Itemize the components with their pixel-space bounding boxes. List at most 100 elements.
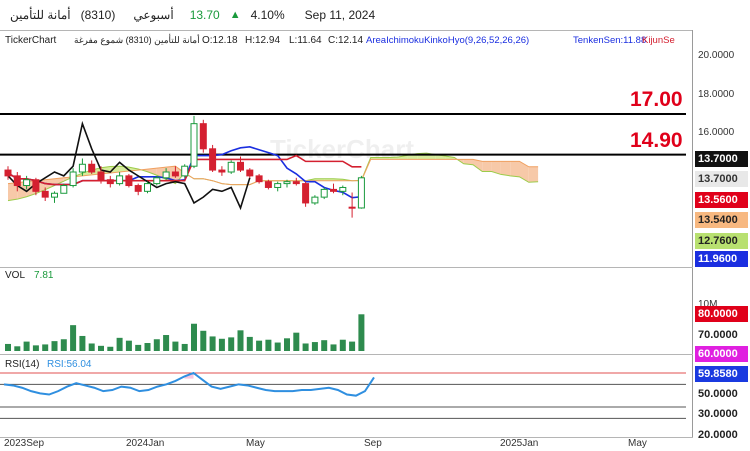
time-tick: Sep [364, 438, 382, 449]
price-tag: 13.5400 [695, 212, 748, 228]
candle-body [237, 161, 244, 171]
volume-bar [32, 345, 39, 351]
candle-body [274, 183, 282, 188]
rsi-tag: 60.0000 [695, 346, 748, 362]
volume-bar [339, 339, 346, 351]
candle-body [41, 190, 49, 198]
time-tick: 2025Jan [500, 438, 539, 449]
volume-tag: 70.0000 [695, 327, 748, 343]
volume-bar [256, 340, 263, 351]
price-tick: 20.0000 [698, 50, 735, 61]
candle-body [264, 181, 272, 188]
volume-bar [88, 343, 95, 351]
rsi-value: RSI:56.04 [47, 359, 92, 370]
rsi-tag: 20.0000 [695, 427, 748, 443]
chart-canvas[interactable] [0, 0, 750, 451]
candle-body [292, 181, 300, 185]
volume-bar [51, 341, 58, 351]
rsi-label: RSI(14) [5, 359, 40, 370]
candle-body [125, 175, 133, 187]
volume-bar [246, 336, 253, 351]
ichimoku-cloud [7, 152, 539, 202]
candle-body [181, 165, 189, 177]
cloud-segment [510, 161, 520, 177]
rsi-divider [0, 354, 693, 355]
candle-body [311, 196, 319, 204]
candle-body [162, 171, 170, 179]
price-tag: 13.7000 [695, 171, 748, 187]
candle-body [106, 179, 114, 185]
volume-bar [311, 342, 318, 351]
candle-body [246, 169, 254, 177]
candles [4, 115, 365, 218]
volume-bar [60, 339, 67, 351]
candle-body [4, 169, 12, 177]
candle-body [23, 179, 31, 187]
volume-bar [163, 335, 170, 351]
volume-bar [349, 341, 356, 351]
candle-body [51, 192, 58, 198]
candle-body [227, 161, 235, 173]
volume-label: VOL [5, 270, 26, 281]
cloud-segment [500, 161, 511, 176]
volume-bar [42, 344, 49, 351]
time-axis-divider [0, 437, 693, 438]
candle-body [171, 171, 179, 177]
level-upper-label: 17.00 [630, 88, 683, 111]
volume-bar [70, 325, 77, 351]
candle-body [144, 183, 151, 192]
volume-bar [265, 339, 272, 351]
volume-bar [172, 341, 179, 351]
volume-bar [5, 343, 11, 351]
volume-bar [125, 340, 132, 351]
candle-body [330, 188, 337, 192]
candle-body [134, 185, 142, 192]
candle-body [88, 163, 96, 173]
senkou-a-line [7, 152, 539, 202]
price-tag: 13.5600 [695, 192, 748, 208]
volume-bar [302, 343, 309, 351]
candle-body [13, 175, 21, 187]
price-tag: 11.9600 [695, 251, 748, 267]
volume-bar [284, 338, 290, 351]
volume-bar [98, 345, 104, 351]
volume-bar [79, 335, 86, 351]
volume-bar [191, 323, 197, 351]
price-tag: 13.7000 [695, 151, 748, 167]
candle-body [348, 206, 356, 209]
candle-body [190, 123, 198, 167]
volume-bar [116, 337, 123, 351]
rsi-tag: 50.0000 [695, 386, 748, 402]
candle-body [153, 177, 161, 185]
volume-bar [358, 314, 365, 351]
price-tag: 12.7600 [695, 233, 748, 249]
volume-value: 7.81 [34, 270, 54, 281]
candle-body [69, 171, 77, 187]
cloud-segment [482, 161, 492, 172]
volume-bar [330, 344, 337, 351]
candle-body [32, 179, 40, 192]
rsi-tag: 30.0000 [695, 406, 748, 422]
time-tick: 2023Sep [4, 438, 45, 449]
candle-body [209, 148, 217, 171]
volume-bar [237, 330, 244, 351]
candle-body [60, 185, 68, 194]
cloud-segment [528, 166, 539, 183]
support-resistance-lines [0, 113, 686, 156]
volume-bar [200, 330, 207, 351]
rsi-plot [0, 371, 686, 419]
volume-bar [181, 343, 188, 351]
volume-tag: 80.0000 [695, 306, 748, 322]
candle-body [218, 169, 226, 173]
candle-body [199, 123, 207, 150]
candle-body [97, 171, 105, 181]
volume-bar [23, 341, 30, 351]
volume-bar [209, 336, 216, 351]
candle-body [339, 186, 347, 192]
time-tick: May [246, 438, 265, 449]
candle-body [283, 181, 291, 185]
candle-body [320, 188, 328, 198]
volume-bar [153, 339, 160, 351]
level-lower-label: 14.90 [630, 129, 683, 152]
volume-divider [0, 267, 693, 268]
